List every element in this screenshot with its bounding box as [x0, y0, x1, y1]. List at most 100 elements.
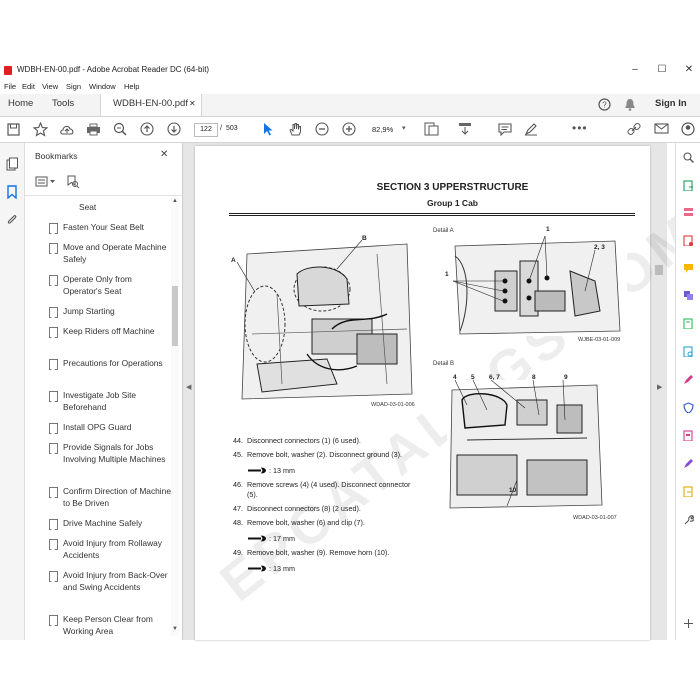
help-icon[interactable]: ? — [598, 98, 611, 111]
next-page-icon[interactable] — [167, 122, 181, 136]
expand-right-panel-icon[interactable]: ▶ — [657, 383, 662, 391]
document-tab-label: WDBH-EN-00.pdf — [113, 98, 188, 109]
bookmark-options-icon[interactable] — [35, 176, 57, 188]
tab-document[interactable]: WDBH-EN-00.pdf ✕ — [100, 94, 202, 116]
scroll-down-icon[interactable]: ▼ — [172, 626, 178, 632]
zoom-search-icon[interactable] — [113, 122, 127, 136]
page-display-icon[interactable] — [424, 122, 440, 136]
hand-tool-icon[interactable] — [288, 122, 302, 136]
previous-page-icon[interactable] — [140, 122, 154, 136]
bookmark-item[interactable]: Investigate Job Site Beforehand — [63, 389, 171, 413]
print-icon[interactable] — [86, 123, 101, 136]
detail-b-callout-6-7: 6, 7 — [489, 374, 500, 381]
search-tool-icon[interactable] — [683, 152, 694, 163]
bookmark-scrollbar[interactable]: ▲ ▼ — [171, 198, 179, 636]
detail-a-title: Detail A — [433, 228, 454, 234]
bookmark-scroll-thumb[interactable] — [172, 286, 178, 346]
collapse-tools-icon[interactable] — [683, 618, 694, 629]
collapse-left-panel-icon[interactable]: ◀ — [186, 383, 191, 391]
sign-in-link[interactable]: Sign In — [655, 98, 687, 109]
close-window-button[interactable]: ✕ — [682, 64, 696, 75]
detail-a-caption: WJBE-03-01-009 — [578, 337, 621, 343]
menu-help[interactable]: Help — [124, 82, 139, 91]
organize-pages-icon[interactable] — [683, 207, 694, 218]
menu-edit[interactable]: Edit — [22, 82, 35, 91]
minimize-button[interactable]: – — [628, 64, 642, 75]
step-text: Remove bolt, washer (2). Disconnect grou… — [247, 450, 402, 459]
request-signature-icon[interactable] — [683, 458, 694, 469]
bookmark-item[interactable]: Keep Riders off Machine — [63, 325, 171, 337]
scroll-mode-icon[interactable] — [457, 122, 473, 136]
cloud-upload-icon[interactable] — [59, 123, 75, 136]
comment-tool-icon[interactable] — [683, 263, 694, 274]
bookmark-item[interactable]: Avoid Injury from Rollaway Accidents — [63, 537, 171, 561]
section-title: SECTION 3 UPPERSTRUCTURE — [376, 182, 529, 193]
send-for-review-icon[interactable] — [683, 486, 694, 497]
menu-sign[interactable]: Sign — [66, 82, 81, 91]
more-tools-wrench-icon[interactable] — [683, 514, 694, 525]
save-icon[interactable] — [7, 123, 20, 136]
bookmark-item[interactable]: Seat — [79, 201, 182, 213]
bookmark-item[interactable]: Jump Starting — [63, 305, 171, 317]
account-icon[interactable] — [681, 122, 695, 136]
edit-pdf-icon[interactable] — [683, 318, 694, 329]
menu-file[interactable]: File — [4, 82, 16, 91]
bookmark-item[interactable]: Confirm Direction of Machine to Be Drive… — [63, 485, 171, 509]
page-separator: / — [220, 125, 222, 132]
page-thumbnails-icon[interactable] — [6, 157, 18, 171]
page-number-input[interactable]: 122 — [194, 123, 218, 137]
menu-window[interactable]: Window — [89, 82, 116, 91]
bookmark-item[interactable]: Keep Person Clear from Working Area — [63, 613, 171, 636]
comment-icon[interactable] — [498, 122, 512, 136]
bookmark-panel-icon[interactable] — [7, 185, 17, 199]
zoom-dropdown-icon[interactable]: ▾ — [402, 124, 406, 132]
fill-sign-icon[interactable] — [683, 374, 694, 385]
bookmark-item[interactable]: Move and Operate Machine Safely — [63, 241, 171, 265]
more-tools-icon[interactable]: ••• — [572, 121, 588, 135]
bookmark-item[interactable]: Provide Signals for Jobs Involving Multi… — [63, 441, 171, 465]
tab-tools[interactable]: Tools — [52, 98, 74, 109]
star-icon[interactable] — [33, 122, 48, 137]
prepare-form-icon[interactable] — [683, 430, 694, 441]
detail-a-figure — [435, 236, 627, 336]
step-text-continued: (5). — [247, 490, 258, 499]
detail-b-figure — [447, 380, 605, 510]
close-panel-icon[interactable]: ✕ — [160, 149, 168, 160]
window-title: WDBH-EN-00.pdf - Adobe Acrobat Reader DC… — [17, 65, 210, 74]
bookmark-search-icon[interactable] — [67, 175, 80, 189]
bookmark-item[interactable]: Avoid Injury from Back-Over and Swing Ac… — [63, 569, 171, 593]
step-number: 46. — [233, 480, 243, 489]
attachment-icon[interactable] — [6, 213, 18, 227]
select-cursor-icon[interactable] — [262, 122, 274, 136]
email-icon[interactable] — [654, 122, 669, 135]
detail-a-callout-2-3: 2, 3 — [594, 244, 605, 251]
protect-icon[interactable] — [683, 402, 694, 413]
bookmark-item[interactable]: Precautions for Operations — [63, 357, 171, 369]
menu-view[interactable]: View — [42, 82, 58, 91]
create-pdf-icon[interactable] — [683, 235, 694, 246]
maximize-button[interactable]: ☐ — [655, 64, 669, 75]
share-link-icon[interactable] — [627, 122, 642, 136]
bookmark-icon — [49, 539, 58, 550]
export-pdf-icon[interactable] — [683, 180, 694, 191]
bookmark-item[interactable]: Operate Only from Operator's Seat — [63, 273, 171, 297]
highlight-pen-icon[interactable] — [524, 122, 538, 136]
procedure-steps: 44. Disconnect connectors (1) (6 used). 45… — [233, 436, 433, 576]
step-text: Disconnect connectors (8) (2 used). — [247, 504, 361, 513]
bookmark-item[interactable]: Install OPG Guard — [63, 421, 171, 433]
bookmark-item[interactable]: Fasten Your Seat Belt — [63, 221, 171, 233]
bookmark-item[interactable]: Drive Machine Safely — [63, 517, 171, 529]
bookmark-icon — [49, 307, 58, 318]
zoom-level[interactable]: 82,9% — [372, 125, 393, 134]
zoom-in-icon[interactable] — [342, 122, 356, 136]
close-tab-icon[interactable]: ✕ — [189, 99, 196, 108]
step-number: 47. — [233, 504, 243, 513]
scroll-up-icon[interactable]: ▲ — [172, 198, 178, 204]
step-number: 45. — [233, 450, 243, 459]
combine-files-icon[interactable] — [683, 290, 694, 301]
tab-bar: Home Tools WDBH-EN-00.pdf ✕ ? Sign In — [0, 94, 700, 117]
tab-home[interactable]: Home — [8, 98, 33, 109]
bell-icon[interactable] — [624, 98, 636, 111]
scan-ocr-icon[interactable] — [683, 346, 694, 357]
zoom-out-icon[interactable] — [315, 122, 329, 136]
